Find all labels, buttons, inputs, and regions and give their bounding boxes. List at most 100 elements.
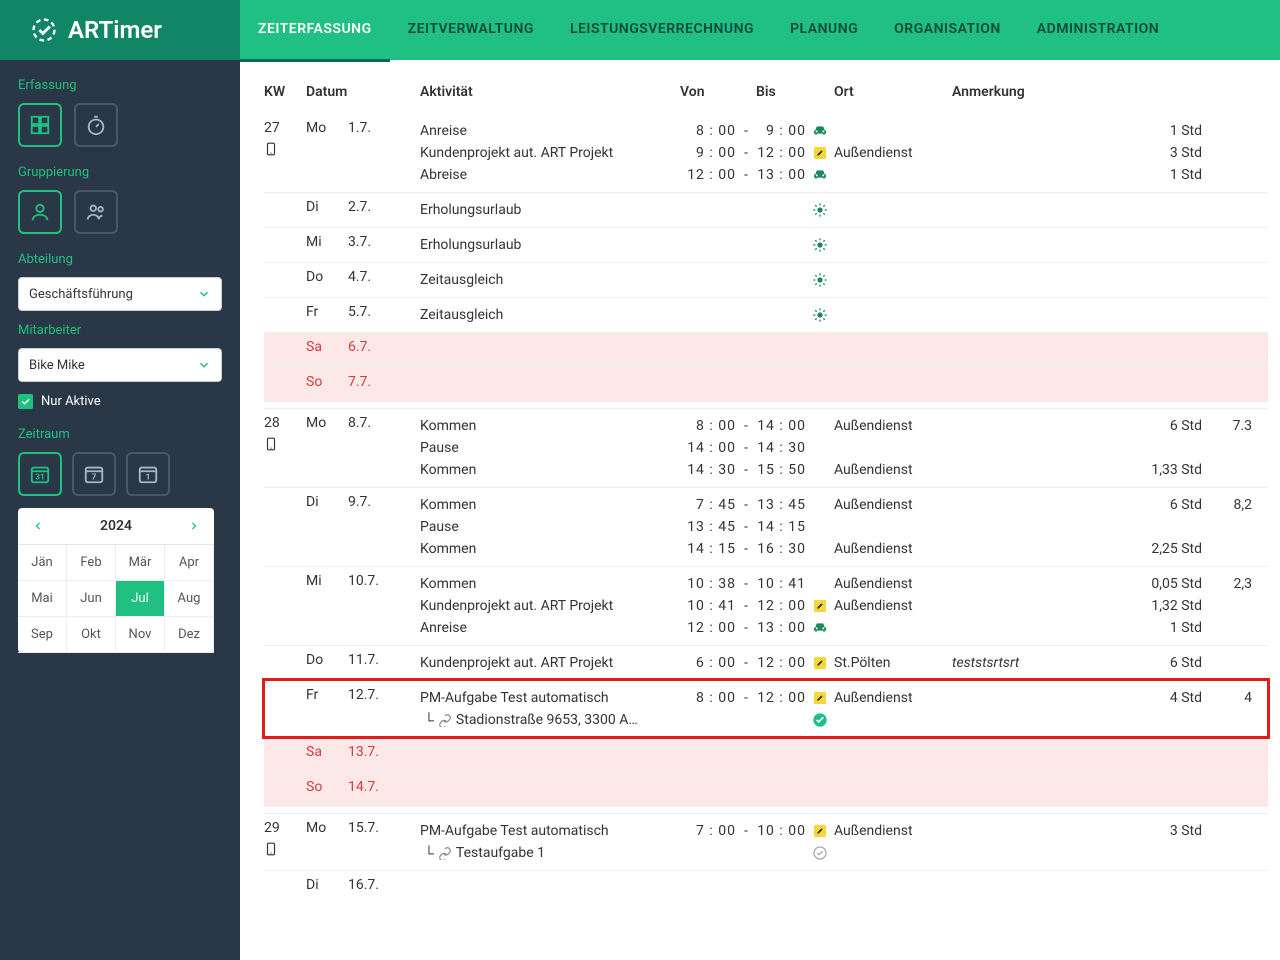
time-to: 10 : 41 (756, 576, 806, 592)
time-entry[interactable]: Zeitausgleich (420, 304, 1268, 326)
nav-zeitverwaltung[interactable]: ZEITVERWALTUNG (390, 0, 552, 62)
extra: 7.3 (1202, 418, 1252, 434)
prev-year-button[interactable] (28, 516, 48, 536)
time-entry[interactable]: Pause14 : 00-14 : 30 (420, 437, 1268, 459)
time-entry[interactable]: Kommen7 : 45-13 : 45Außendienst6 Std8,2 (420, 494, 1268, 516)
period-week-button[interactable] (72, 452, 116, 496)
view-grid-button[interactable] (18, 103, 62, 147)
entry-icon (806, 167, 834, 183)
logo[interactable]: ARTimer (0, 0, 240, 60)
table-header: KW Datum Aktivität Von Bis Ort Anmerkung (264, 78, 1268, 114)
activity: Erholungsurlaub (420, 202, 680, 218)
month-dez[interactable]: Dez (165, 617, 214, 653)
day-row[interactable]: 28Mo8.7.Kommen8 : 00-14 : 00Außendienst6… (264, 408, 1268, 487)
nav-organisation[interactable]: ORGANISATION (876, 0, 1019, 62)
nav-administration[interactable]: ADMINISTRATION (1019, 0, 1177, 62)
checkmark-icon (20, 396, 31, 407)
stopwatch-icon (85, 114, 107, 136)
nav-zeiterfassung[interactable]: ZEITERFASSUNG (240, 0, 390, 62)
time-to: 12 : 00 (756, 598, 806, 614)
time-entry[interactable]: Anreise12 : 00-13 : 001 Std (420, 617, 1268, 639)
day-row[interactable]: Di2.7.Erholungsurlaub (264, 192, 1268, 227)
time-entry[interactable]: Kommen14 : 15-16 : 30Außendienst2,25 Std (420, 538, 1268, 560)
group-person-button[interactable] (18, 190, 62, 234)
day-row[interactable]: Di9.7.Kommen7 : 45-13 : 45Außendienst6 S… (264, 487, 1268, 566)
extra: 8,2 (1202, 497, 1252, 513)
period-day-button[interactable] (126, 452, 170, 496)
day-row[interactable]: Fr12.7.PM-Aufgabe Test automatisch8 : 00… (264, 680, 1268, 737)
time-entry[interactable]: PM-Aufgabe Test automatisch7 : 00-10 : 0… (420, 820, 1268, 842)
time-entry[interactable]: Kommen10 : 38-10 : 41Außendienst0,05 Std… (420, 573, 1268, 595)
time-to: 12 : 00 (756, 145, 806, 161)
nur-aktive-checkbox[interactable]: Nur Aktive (18, 394, 222, 409)
entry-icon (806, 655, 834, 671)
group-people-button[interactable] (74, 190, 118, 234)
month-jul[interactable]: Jul (116, 581, 165, 617)
day-row[interactable]: Do11.7.Kundenprojekt aut. ART Projekt6 :… (264, 645, 1268, 680)
month-jun[interactable]: Jun (67, 581, 116, 617)
sub-text: Stadionstraße 9653, 3300 A… (456, 712, 638, 728)
entry-icon (806, 307, 834, 323)
weekday: Di (306, 877, 348, 899)
nur-aktive-label: Nur Aktive (41, 394, 101, 409)
abteilung-select[interactable]: Geschäftsführung (18, 277, 222, 311)
month-feb[interactable]: Feb (67, 545, 116, 581)
period-month-button[interactable] (18, 452, 62, 496)
view-stopwatch-button[interactable] (74, 103, 118, 147)
month-mär[interactable]: Mär (116, 545, 165, 581)
activity: PM-Aufgabe Test automatisch (420, 690, 680, 706)
month-aug[interactable]: Aug (165, 581, 214, 617)
time-to: 15 : 50 (756, 462, 806, 478)
month-sep[interactable]: Sep (18, 617, 67, 653)
time-entry[interactable]: Erholungsurlaub (420, 234, 1268, 256)
nav-leistungsverrechnung[interactable]: LEISTUNGSVERRECHNUNG (552, 0, 772, 62)
day-row[interactable]: 27Mo1.7.Anreise8 : 00-9 : 001 StdKundenp… (264, 114, 1268, 192)
day-row[interactable]: Do4.7.Zeitausgleich (264, 262, 1268, 297)
time-entry[interactable]: Erholungsurlaub (420, 199, 1268, 221)
day-row[interactable]: Mi3.7.Erholungsurlaub (264, 227, 1268, 262)
time-entry[interactable]: Kommen14 : 30-15 : 50Außendienst1,33 Std (420, 459, 1268, 481)
duration: 2,25 Std (1122, 541, 1202, 557)
time-from: 7 : 45 (680, 497, 736, 513)
day-row[interactable]: Sa13.7. (264, 737, 1268, 772)
day-row[interactable]: Sa6.7. (264, 332, 1268, 367)
month-jän[interactable]: Jän (18, 545, 67, 581)
weekday: Di (306, 494, 348, 560)
time-entry[interactable]: Zeitausgleich (420, 269, 1268, 291)
day-row[interactable]: So14.7. (264, 772, 1268, 807)
day-row[interactable]: Di16.7. (264, 870, 1268, 905)
time-entry[interactable]: Kundenprojekt aut. ART Projekt6 : 00-12 … (420, 652, 1268, 674)
day-row[interactable]: 29Mo15.7.PM-Aufgabe Test automatisch7 : … (264, 813, 1268, 870)
time-entry[interactable]: Kommen8 : 00-14 : 00Außendienst6 Std7.3 (420, 415, 1268, 437)
content: KW Datum Aktivität Von Bis Ort Anmerkung… (240, 60, 1280, 960)
section-zeitraum: Zeitraum (18, 427, 222, 442)
time-entry[interactable]: Kundenprojekt aut. ART Projekt9 : 00-12 … (420, 142, 1268, 164)
th-kw: KW (264, 84, 306, 100)
nav-planung[interactable]: PLANUNG (772, 0, 876, 62)
time-entry[interactable]: PM-Aufgabe Test automatisch8 : 00-12 : 0… (420, 687, 1268, 709)
day-row[interactable]: Mi10.7.Kommen10 : 38-10 : 41Außendienst0… (264, 566, 1268, 645)
next-year-button[interactable] (184, 516, 204, 536)
date: 14.7. (348, 779, 420, 801)
weekday: Fr (306, 687, 348, 731)
time-entry[interactable]: Kundenprojekt aut. ART Projekt10 : 41-12… (420, 595, 1268, 617)
section-abteilung: Abteilung (18, 252, 222, 267)
activity: Kommen (420, 497, 680, 513)
duration: 6 Std (1122, 497, 1202, 513)
time-entry[interactable]: Pause13 : 45-14 : 15 (420, 516, 1268, 538)
month-apr[interactable]: Apr (165, 545, 214, 581)
th-ort: Ort (834, 84, 952, 100)
activity: Zeitausgleich (420, 272, 680, 288)
month-mai[interactable]: Mai (18, 581, 67, 617)
time-from: 10 : 38 (680, 576, 736, 592)
time-to: 14 : 30 (756, 440, 806, 456)
day-row[interactable]: So7.7. (264, 367, 1268, 402)
mitarbeiter-select[interactable]: Bike Mike (18, 348, 222, 382)
month-nov[interactable]: Nov (116, 617, 165, 653)
time-entry[interactable]: Anreise8 : 00-9 : 001 Std (420, 120, 1268, 142)
weekday: Do (306, 269, 348, 291)
day-row[interactable]: Fr5.7.Zeitausgleich (264, 297, 1268, 332)
month-okt[interactable]: Okt (67, 617, 116, 653)
time-entry[interactable]: Abreise12 : 00-13 : 001 Std (420, 164, 1268, 186)
duration: 1 Std (1122, 123, 1202, 139)
